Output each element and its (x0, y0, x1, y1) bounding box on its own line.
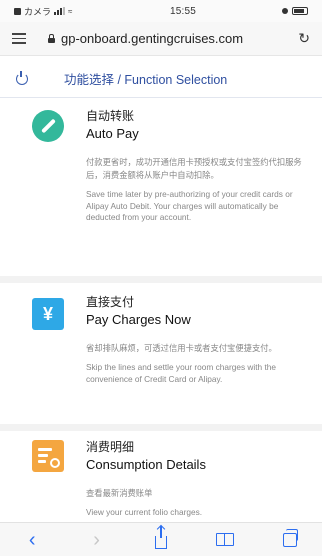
bookmarks-button[interactable] (210, 528, 240, 552)
battery-icon (292, 7, 308, 15)
yen-icon: ¥ (32, 298, 64, 330)
function-selection-header: 功能选择 / Function Selection (0, 60, 322, 98)
consumption-details-desc-en: View your current folio charges. (86, 507, 203, 517)
status-right (282, 7, 308, 15)
do-not-disturb-icon (282, 8, 288, 14)
consumption-details-desc-cn: 查看最新消费账单 (86, 488, 153, 498)
forward-button[interactable]: › (82, 528, 112, 552)
pay-charges-now-title-en: Pay Charges Now (86, 312, 191, 327)
consumption-details-title-cn: 消费明细 (86, 440, 135, 454)
address-bar: gp-onboard.gentingcruises.com ↻ (0, 22, 322, 56)
status-bar: カメラ ≈ 15:55 (0, 0, 322, 22)
auto-pay-body: 自动转账 Auto Pay 付款更省时，成功开通信用卡预授权或支付宝签约代扣服务… (86, 104, 308, 224)
share-button[interactable] (146, 525, 176, 552)
pay-charges-now-desc-en: Skip the lines and settle your room char… (86, 362, 277, 384)
signal-icon (54, 7, 66, 15)
url-field[interactable]: gp-onboard.gentingcruises.com (48, 31, 290, 46)
consumption-details-card[interactable]: 消费明细 Consumption Details 查看最新消费账单 View y… (0, 436, 322, 522)
pay-charges-now-title-cn: 直接支付 (86, 295, 135, 309)
chevron-right-icon: › (93, 528, 100, 551)
chevron-left-icon: ‹ (28, 528, 36, 551)
url-text: gp-onboard.gentingcruises.com (61, 31, 244, 46)
browser-toolbar: ‹ › (0, 522, 322, 556)
consumption-details-title-en: Consumption Details (86, 457, 206, 472)
page-title: 功能选择 / Function Selection (64, 73, 228, 87)
status-time: 15:55 (169, 5, 197, 17)
carrier-icon (14, 7, 21, 15)
consumption-details-body: 消费明细 Consumption Details 查看最新消费账单 View y… (86, 436, 308, 519)
auto-pay-title-cn: 自动转账 (86, 109, 135, 123)
auto-pay-icon (32, 110, 64, 142)
lock-icon (48, 34, 55, 43)
pay-charges-now-card[interactable]: ¥ 直接支付 Pay Charges Now 省却排队麻烦，可透过信用卡或者支付… (0, 290, 322, 420)
pay-charges-now-body: 直接支付 Pay Charges Now 省却排队麻烦，可透过信用卡或者支付宝便… (86, 290, 308, 385)
auto-pay-title-en: Auto Pay (86, 126, 139, 141)
wifi-icon: ≈ (68, 6, 73, 16)
tabs-icon (282, 528, 298, 547)
pay-charges-now-desc-cn: 省却排队麻烦，可透过信用卡或者支付宝便捷支付。 (86, 343, 277, 353)
share-icon (154, 525, 167, 549)
status-left: カメラ ≈ (14, 5, 124, 18)
auto-pay-card[interactable]: 自动转账 Auto Pay 付款更省时，成功开通信用卡预授权或支付宝签约代扣服务… (0, 104, 322, 272)
section-divider (0, 424, 322, 431)
section-divider (0, 276, 322, 283)
auto-pay-desc-cn: 付款更省时，成功开通信用卡预授权或支付宝签约代扣服务后，消费金额将从账户中自动扣… (86, 157, 302, 180)
book-icon (216, 533, 235, 546)
back-button[interactable]: ‹ (17, 528, 47, 552)
reader-menu-icon[interactable] (12, 33, 26, 44)
tabs-button[interactable] (275, 528, 305, 552)
bill-search-icon (32, 440, 64, 472)
carrier-label: カメラ (24, 6, 52, 17)
power-icon[interactable] (16, 70, 28, 85)
auto-pay-desc-en: Save time later by pre-authorizing of yo… (86, 189, 293, 222)
reload-icon[interactable]: ↻ (298, 30, 310, 47)
